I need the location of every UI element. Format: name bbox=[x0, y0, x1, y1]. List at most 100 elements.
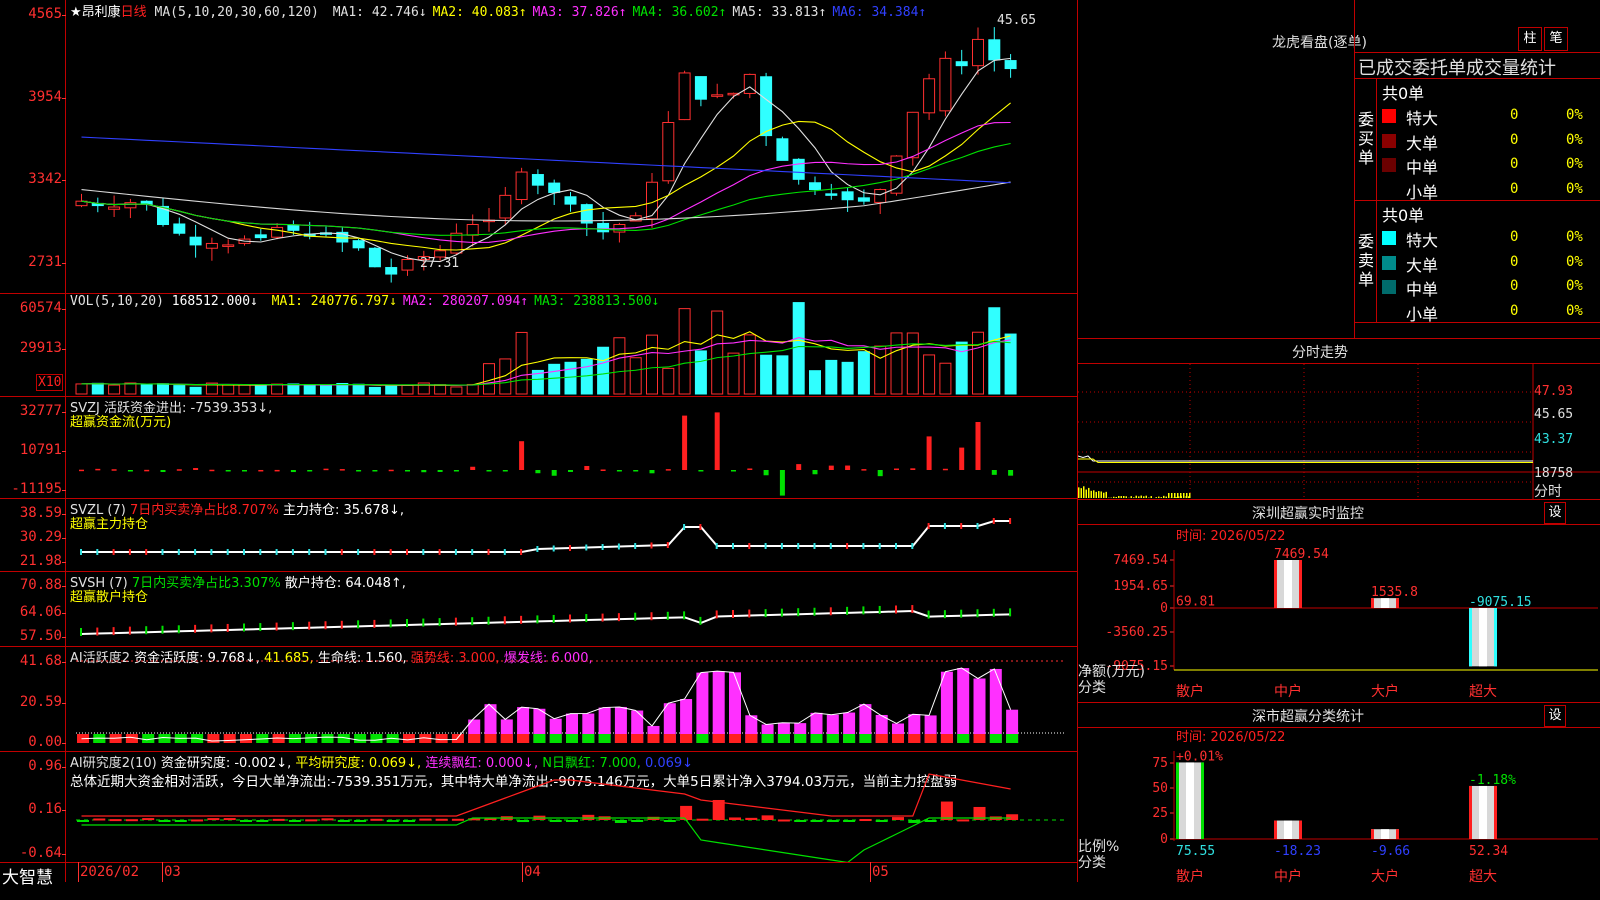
svzl-mark-34 bbox=[634, 543, 637, 549]
svzl-mark-52 bbox=[927, 523, 930, 529]
air-bar-12 bbox=[272, 818, 285, 821]
volume-bar-3 bbox=[124, 382, 137, 395]
svsh-mark-16 bbox=[340, 620, 343, 629]
air-bar-6 bbox=[174, 820, 187, 822]
date-label-2: 04 bbox=[524, 864, 541, 880]
aia-base-22 bbox=[435, 734, 448, 743]
candle-53 bbox=[939, 51, 952, 117]
volume-bar-34 bbox=[629, 357, 642, 395]
ma-line-4 bbox=[81, 142, 1011, 236]
szm-bar-3 bbox=[1469, 608, 1497, 667]
candle-body-19 bbox=[385, 267, 398, 275]
svsh-mark-17 bbox=[357, 620, 360, 629]
air-bar-34 bbox=[631, 820, 644, 822]
svsh-mark-44 bbox=[797, 608, 800, 617]
svzl-mark-26 bbox=[503, 549, 506, 555]
svzj-flow-chart[interactable] bbox=[66, 397, 1076, 498]
svzl-mark-25 bbox=[487, 549, 490, 555]
volume-bar-49 bbox=[874, 345, 887, 395]
candle-36 bbox=[662, 111, 675, 184]
air-bar-15 bbox=[321, 818, 334, 821]
svsh-mark-35 bbox=[650, 612, 653, 621]
svzl-mark-9 bbox=[226, 549, 229, 555]
svzj-bar-0 bbox=[79, 469, 84, 472]
svsh-axis-label-2: 57.50 bbox=[19, 628, 62, 644]
svsh-mark-56 bbox=[992, 608, 995, 617]
minute-panel[interactable]: 分时走势 47.93 45.65 43.37 18758 分时 bbox=[1078, 339, 1600, 500]
szm-bar-1 bbox=[1274, 560, 1302, 608]
aia-axis-label-2: 0.00 bbox=[28, 734, 62, 750]
svzj-bar-40 bbox=[731, 470, 736, 472]
svzl-mark-17 bbox=[357, 549, 360, 555]
sell-swatch-1 bbox=[1382, 255, 1396, 270]
svsh-mark-11 bbox=[259, 623, 262, 632]
min-vol-bar-22 bbox=[1133, 497, 1135, 498]
svzj-axis-label-2: -11195 bbox=[11, 481, 62, 497]
ai-research-chart[interactable] bbox=[66, 752, 1076, 862]
sell-pct-0: 0% bbox=[1566, 229, 1583, 245]
min-vol-late-1 bbox=[1171, 493, 1173, 498]
volume-bar-14 bbox=[303, 384, 316, 395]
aia-base-46 bbox=[826, 734, 839, 743]
szc-bar-shine-3 bbox=[1479, 785, 1487, 839]
air-bar-42 bbox=[761, 815, 774, 820]
szm-bar-edge-r-1 bbox=[1299, 560, 1302, 608]
volume-bar-54 bbox=[955, 341, 968, 395]
tick-mode-button[interactable]: 笔 bbox=[1544, 27, 1568, 51]
szc-top-label-3: -1.18% bbox=[1469, 773, 1516, 788]
aia-base-51 bbox=[908, 734, 921, 743]
price-axis-label-2: 3342 bbox=[28, 171, 62, 187]
volume-chart[interactable] bbox=[66, 294, 1076, 396]
bar-mode-button[interactable]: 柱 bbox=[1518, 27, 1542, 51]
svsh-mark-28 bbox=[536, 615, 539, 624]
svzj-bar-15 bbox=[323, 468, 329, 471]
min-vol-bar-25 bbox=[1140, 495, 1142, 498]
svsh-mark-25 bbox=[487, 616, 490, 625]
air-bar-18 bbox=[370, 818, 383, 821]
buy-label-0: 特大 bbox=[1406, 109, 1439, 128]
svzl-mark-4 bbox=[145, 549, 148, 555]
sz-class-settings-button[interactable]: 设 bbox=[1544, 705, 1566, 727]
air-bar-2 bbox=[109, 819, 122, 822]
svsh-holding-chart[interactable] bbox=[66, 572, 1076, 646]
candle-31 bbox=[580, 203, 593, 237]
volume-bar-24 bbox=[466, 383, 479, 395]
sell-label-2: 中单 bbox=[1406, 280, 1439, 299]
svsh-mark-36 bbox=[666, 611, 669, 620]
svzj-bar-37 bbox=[682, 415, 688, 470]
ai-active-chart[interactable] bbox=[66, 647, 1076, 751]
svsh-mark-40 bbox=[732, 610, 734, 618]
min-vol-bar-15 bbox=[1115, 496, 1117, 498]
svzj-bar-57 bbox=[1008, 470, 1014, 476]
main-chart-area[interactable]: ★昂利康日线 MA(5,10,20,30,60,120) MA1: 42.746… bbox=[0, 0, 1077, 888]
svsh-mark-43 bbox=[780, 608, 783, 617]
volume-unit-badge: X10 bbox=[36, 374, 64, 391]
vol-ma-line-3 bbox=[81, 340, 1011, 386]
svzj-bar-47 bbox=[845, 465, 851, 470]
buy-pct-0: 0% bbox=[1566, 107, 1583, 123]
aia-base-27 bbox=[517, 734, 530, 743]
air-bar-5 bbox=[158, 820, 171, 822]
min-vol-bar-14 bbox=[1113, 496, 1115, 498]
svzl-mark-18 bbox=[373, 549, 376, 555]
min-vol-bar-24 bbox=[1138, 496, 1140, 498]
aia-base-34 bbox=[631, 734, 644, 743]
candle-27 bbox=[515, 167, 528, 205]
aia-base-33 bbox=[614, 734, 627, 743]
volume-bar-46 bbox=[825, 359, 838, 395]
svsh-axis-label-1: 64.06 bbox=[19, 604, 62, 620]
candlestick-chart[interactable] bbox=[66, 0, 1076, 293]
svzl-holding-chart[interactable] bbox=[66, 499, 1076, 571]
svzj-bar-2 bbox=[111, 469, 117, 471]
air-bar-0 bbox=[77, 820, 89, 822]
svsh-mark-54 bbox=[960, 609, 963, 618]
svzl-mark-45 bbox=[813, 543, 816, 549]
sz-monitor-settings-button[interactable]: 设 bbox=[1544, 502, 1566, 524]
szc-ylabel: 比例% bbox=[1078, 839, 1119, 855]
aia-base-8 bbox=[207, 734, 220, 743]
svzl-mark-6 bbox=[177, 549, 180, 555]
candle-55 bbox=[972, 27, 984, 75]
minute-chart[interactable] bbox=[1078, 364, 1600, 499]
air-bar-41 bbox=[745, 817, 758, 820]
szc-top-label-0: +0.01% bbox=[1176, 749, 1223, 764]
